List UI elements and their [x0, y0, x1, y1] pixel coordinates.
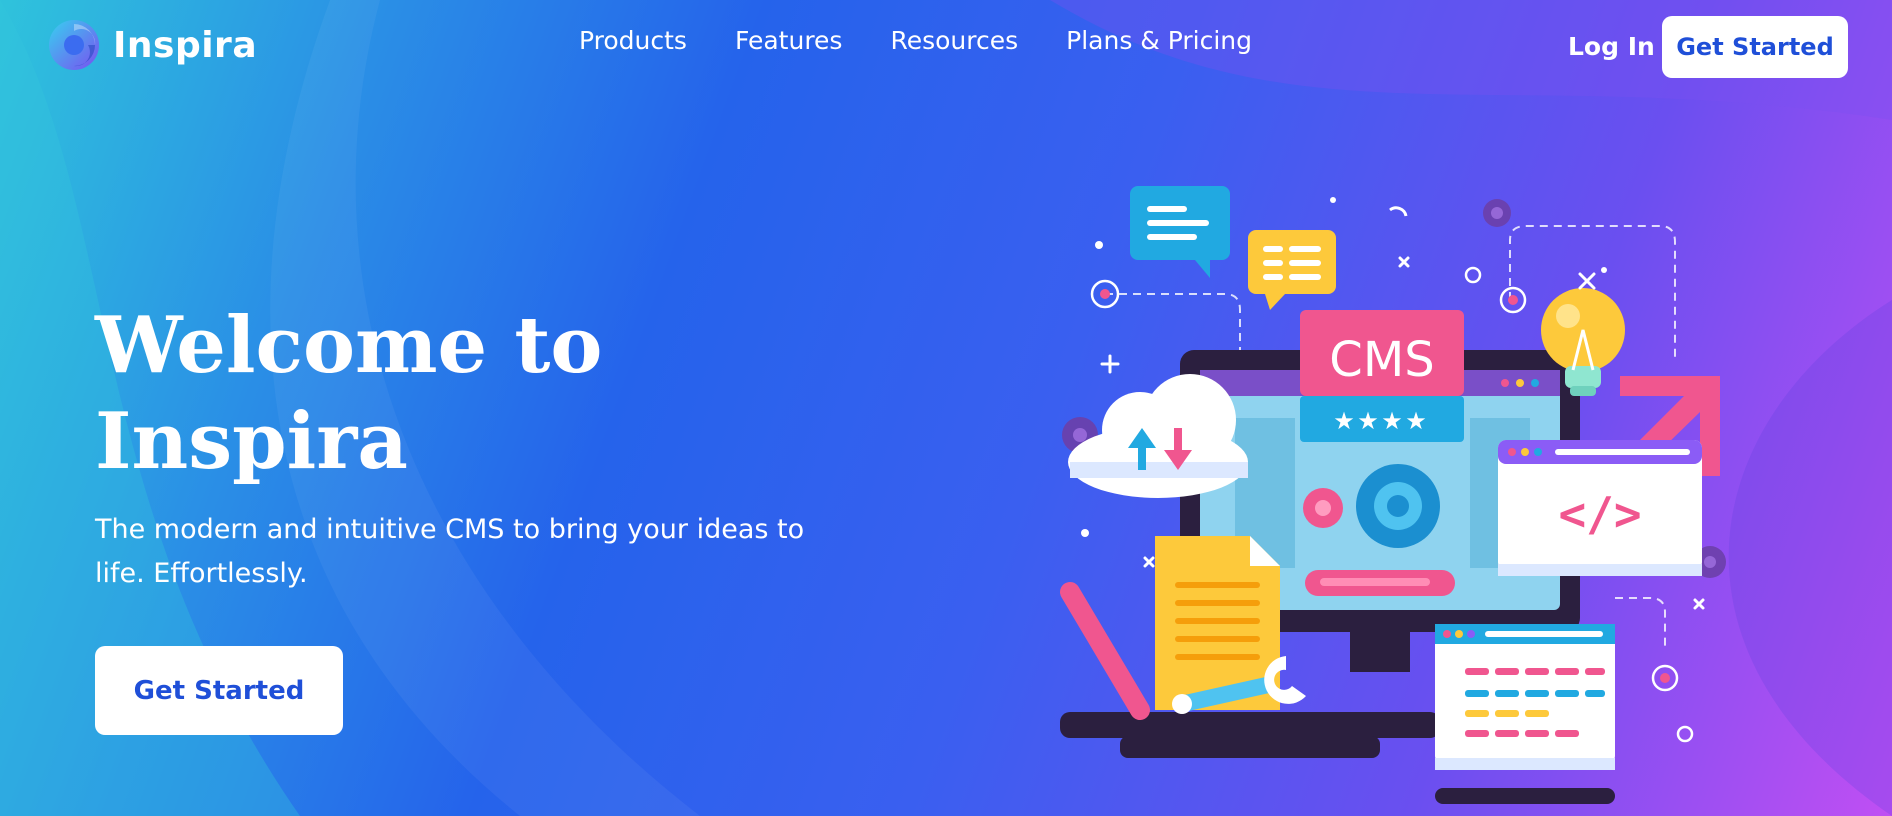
- svg-text:★: ★: [1333, 407, 1355, 435]
- chat-bubble-icon: [1130, 186, 1230, 278]
- get-started-nav-button[interactable]: Get Started: [1662, 16, 1848, 78]
- nav-features[interactable]: Features: [735, 26, 843, 55]
- swirl-logo-icon: [49, 20, 99, 70]
- cms-badge: CMS ★ ★ ★ ★: [1300, 310, 1464, 442]
- svg-text:★: ★: [1357, 407, 1379, 435]
- get-started-hero-button[interactable]: Get Started: [95, 646, 343, 735]
- code-symbol: </>: [1558, 487, 1641, 541]
- login-link[interactable]: Log In: [1568, 32, 1655, 61]
- hero-title-line2: Inspira: [95, 396, 408, 487]
- svg-text:★: ★: [1405, 407, 1427, 435]
- message-icon: [1248, 230, 1336, 310]
- nav-plans-pricing[interactable]: Plans & Pricing: [1066, 26, 1252, 55]
- brand-logo[interactable]: Inspira: [47, 18, 257, 72]
- cms-illustration: CMS ★ ★ ★ ★ </>: [1060, 186, 1726, 804]
- hero-title-line1: Welcome to: [95, 300, 603, 391]
- code-window-icon: </>: [1498, 440, 1702, 576]
- hero-title: Welcome to Inspira: [95, 298, 745, 490]
- hero-subtitle: The modern and intuitive CMS to bring yo…: [95, 514, 805, 589]
- main-nav: Products Features Resources Plans & Pric…: [579, 26, 1252, 55]
- nav-products[interactable]: Products: [579, 26, 687, 55]
- brand-name: Inspira: [113, 24, 258, 66]
- nav-resources[interactable]: Resources: [890, 26, 1018, 55]
- code-snippet-window: [1435, 624, 1615, 804]
- cms-label: CMS: [1329, 332, 1434, 388]
- top-navbar: Inspira Products Features Resources Plan…: [0, 0, 1892, 95]
- svg-text:★: ★: [1381, 407, 1403, 435]
